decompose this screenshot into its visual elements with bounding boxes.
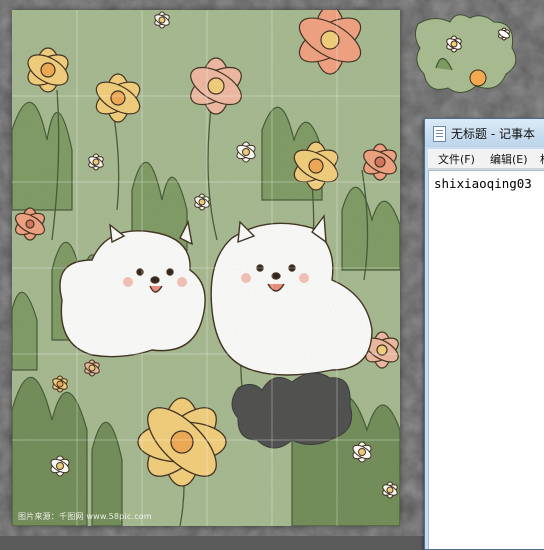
menu-bar: 文件(F) 编辑(E) 格 — [428, 149, 544, 169]
notepad-icon — [433, 126, 446, 142]
puzzle-board[interactable] — [12, 10, 400, 526]
editor-content: shixiaoqing03 — [434, 176, 532, 191]
menu-file[interactable]: 文件(F) — [438, 151, 475, 167]
paper-texture — [12, 10, 400, 526]
menu-format[interactable]: 格 — [540, 151, 544, 167]
menu-edit[interactable]: 编辑(E) — [490, 151, 528, 167]
puzzle-piece-icon[interactable] — [412, 8, 524, 96]
image-watermark: 图片来源：千图网 www.58pic.com — [18, 512, 152, 521]
text-editor[interactable]: shixiaoqing03 — [428, 170, 544, 549]
window-title: 无标题 - 记事本 — [451, 127, 535, 141]
notepad-titlebar[interactable]: 无标题 - 记事本 — [425, 119, 544, 147]
notepad-window[interactable]: 无标题 - 记事本 文件(F) 编辑(E) 格 shixiaoqing03 — [424, 118, 544, 550]
